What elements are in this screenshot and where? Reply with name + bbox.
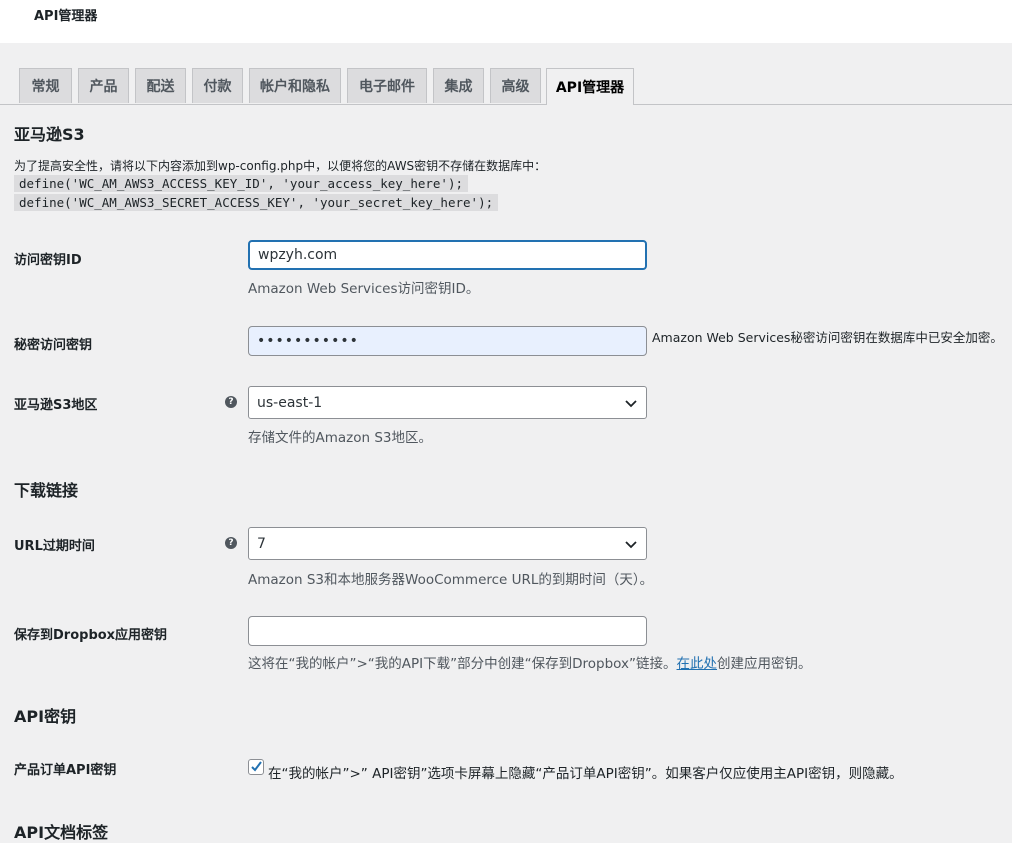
tab-integration[interactable]: 集成 [433,68,484,103]
help-icon[interactable]: ? [225,396,237,408]
secret-key-label: 秘密访问密钥 [14,338,93,353]
chevron-down-icon [625,541,637,549]
product-order-key-label: 产品订单API密钥 [14,763,117,778]
product-order-key-text: 在“我的帐户”>” API密钥”选项卡屏幕上隐藏“产品订单API密钥”。如果客户… [268,766,903,782]
code-secret-key: define('WC_AM_AWS3_SECRET_ACCESS_KEY', '… [14,194,499,211]
access-key-label: 访问密钥ID [14,253,82,268]
url-expiry-desc: Amazon S3和本地服务器WooCommerce URL的到期时间（天）。 [248,572,654,588]
region-label: 亚马逊S3地区 [14,398,98,413]
settings-tabs: 常规 产品 配送 付款 帐户和隐私 电子邮件 集成 高级 API管理器 [0,68,1012,105]
section-heading-download: 下载链接 [14,481,79,500]
tab-shipping[interactable]: 配送 [135,68,186,103]
tab-advanced[interactable]: 高级 [490,68,541,103]
dropbox-desc-after: 创建应用密钥。 [717,656,812,672]
page-title: API管理器 [34,9,98,24]
code-access-key: define('WC_AM_AWS3_ACCESS_KEY_ID', 'your… [14,175,469,192]
tab-payments[interactable]: 付款 [192,68,243,103]
tab-accounts-privacy[interactable]: 帐户和隐私 [249,68,341,103]
section-heading-api-docs: API文档标签 [14,823,109,842]
dropbox-key-desc: 这将在“我的帐户”>“我的API下载”部分中创建“保存到Dropbox”链接。在… [248,652,812,672]
url-expiry-label: URL过期时间 [14,539,95,554]
region-select-value: us-east-1 [257,394,323,411]
section-heading-api-keys: API密钥 [14,707,77,726]
tab-api-manager[interactable]: API管理器 [546,68,634,105]
dropbox-key-input[interactable] [248,616,647,646]
product-order-key-checkbox[interactable] [248,759,264,775]
url-expiry-value: 7 [257,535,266,552]
section-heading-s3: 亚马逊S3 [14,125,85,144]
region-desc: 存储文件的Amazon S3地区。 [248,430,433,446]
secret-key-input[interactable] [248,326,647,356]
check-icon [251,761,262,772]
tab-products[interactable]: 产品 [78,68,129,103]
chevron-down-icon [625,400,637,408]
region-select[interactable]: us-east-1 [248,386,647,419]
access-key-desc: Amazon Web Services访问密钥ID。 [248,281,480,297]
security-note: 为了提高安全性，请将以下内容添加到wp-config.php中，以便将您的AWS… [14,159,547,173]
dropbox-here-link[interactable]: 在此处 [677,656,718,672]
tab-general[interactable]: 常规 [19,68,72,103]
tab-emails[interactable]: 电子邮件 [347,68,427,103]
dropbox-desc-before: 这将在“我的帐户”>“我的API下载”部分中创建“保存到Dropbox”链接。 [248,656,677,672]
access-key-input[interactable] [248,240,647,270]
url-expiry-select[interactable]: 7 [248,527,647,560]
dropbox-key-label: 保存到Dropbox应用密钥 [14,628,168,643]
secret-key-desc: Amazon Web Services秘密访问密钥在数据库中已安全加密。 [652,330,1003,345]
help-icon[interactable]: ? [225,537,237,549]
top-bar: API管理器 [0,0,1012,43]
